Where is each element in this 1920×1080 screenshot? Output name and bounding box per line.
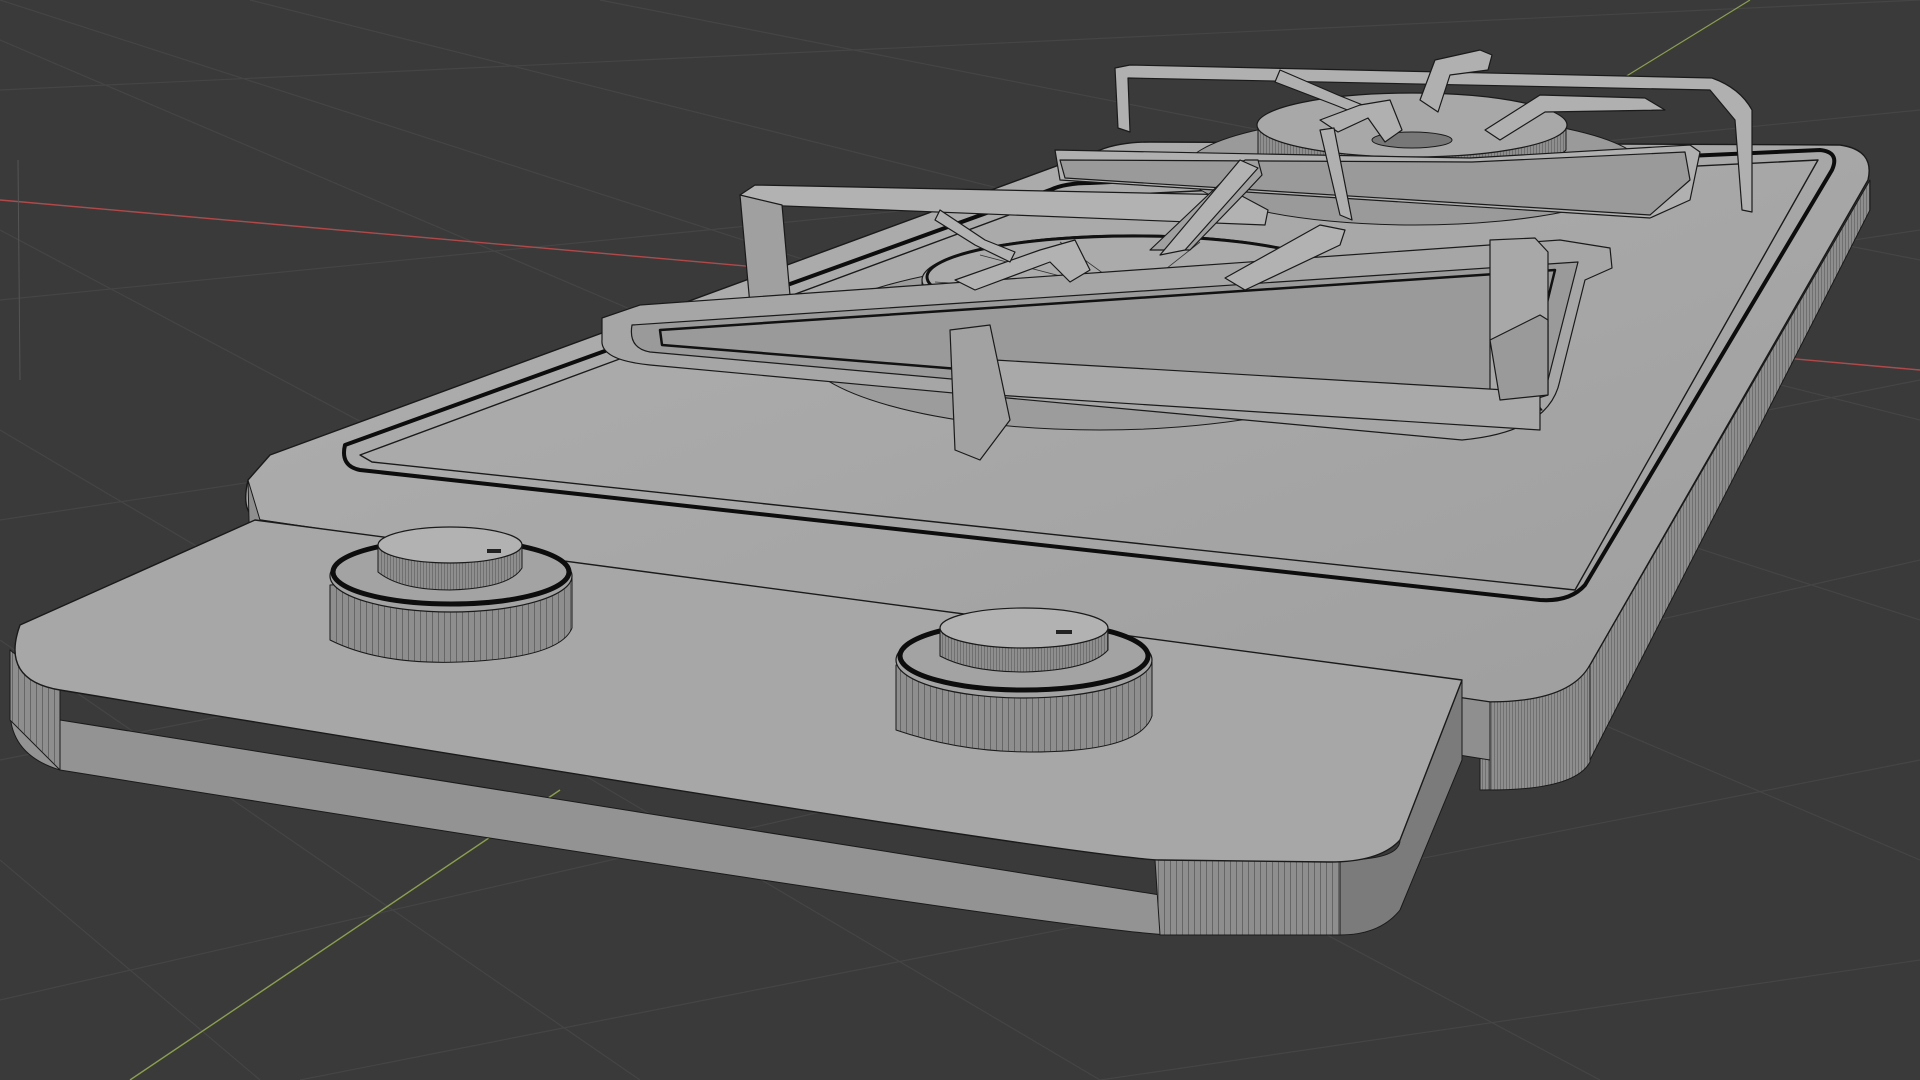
knob-indicator xyxy=(487,549,501,553)
knob-indicator xyxy=(1056,630,1072,634)
knob-left[interactable] xyxy=(329,526,573,663)
3d-viewport[interactable] xyxy=(0,0,1920,1080)
y-axis-line-far xyxy=(1619,0,1751,81)
stove-model[interactable] xyxy=(9,49,1871,936)
z-axis-line xyxy=(17,159,21,381)
